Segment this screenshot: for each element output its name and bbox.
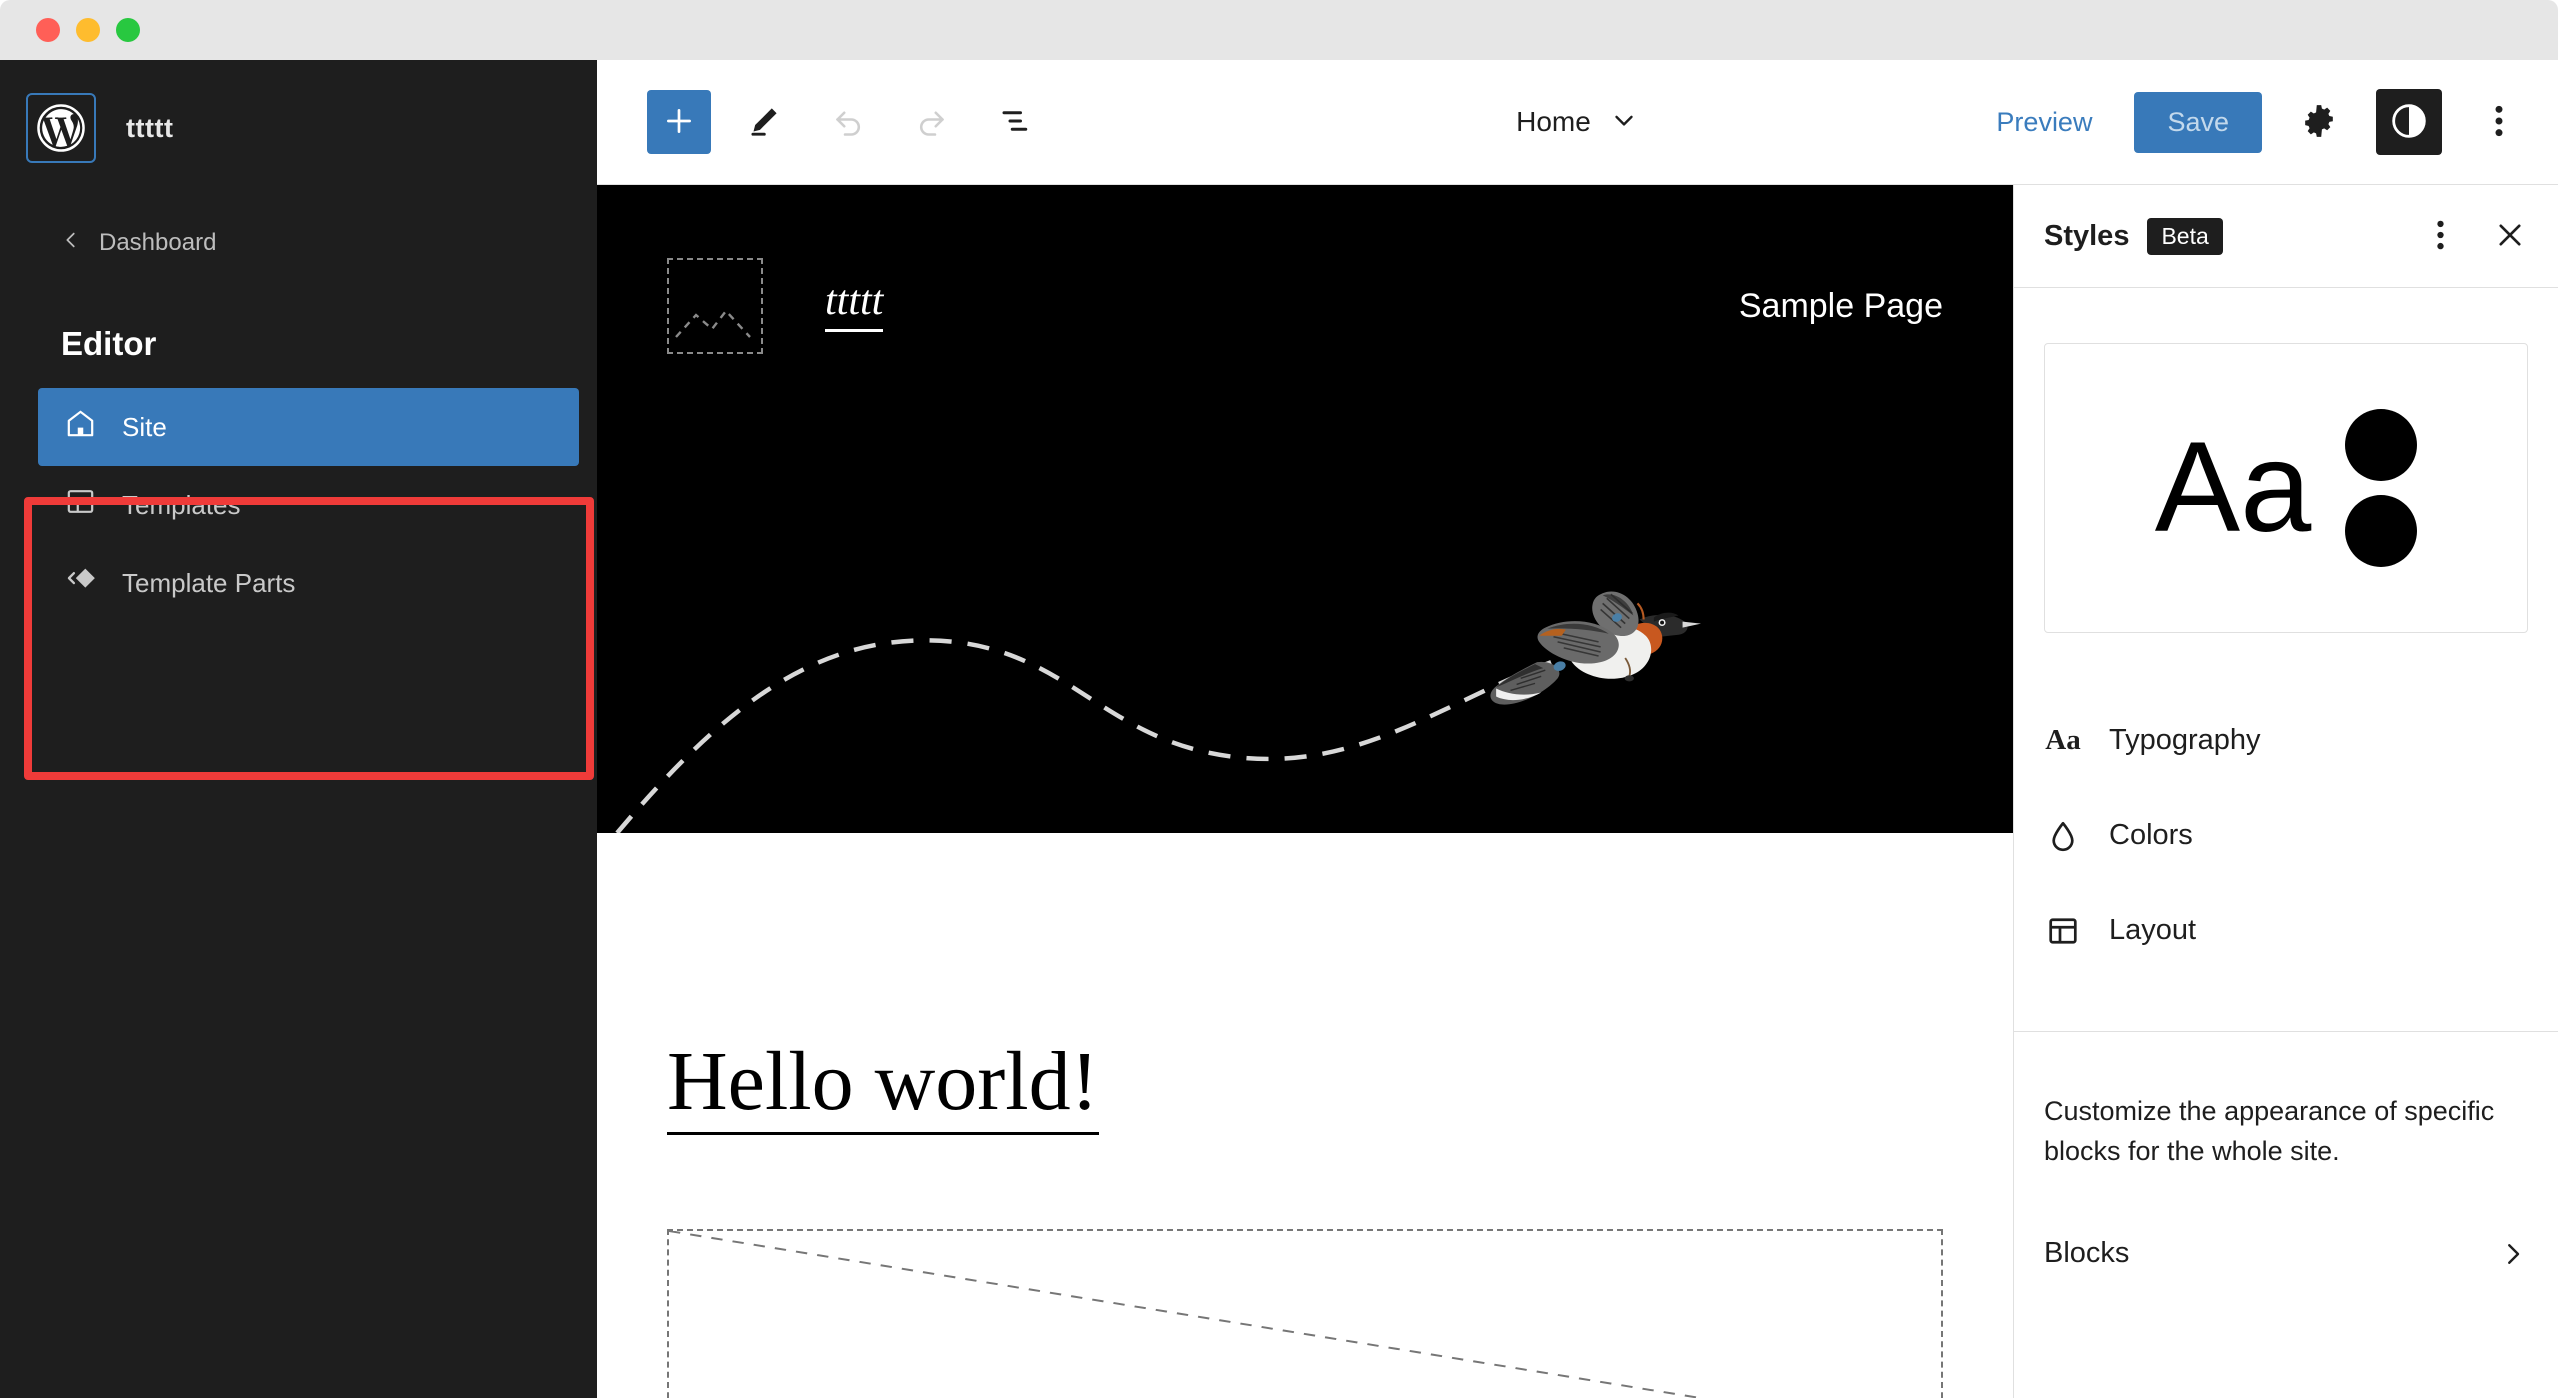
chevron-left-icon — [60, 229, 82, 258]
styles-menu-item-colors-label: Colors — [2109, 819, 2193, 851]
site-nav-link-sample-page[interactable]: Sample Page — [1739, 287, 1943, 326]
editor-options-button[interactable] — [2470, 93, 2528, 151]
toolbar-left-group — [647, 90, 1047, 154]
template-parts-icon — [64, 563, 97, 603]
close-window-button[interactable] — [36, 18, 60, 42]
app-shell: ttttt Dashboard Editor Site Templates Te… — [0, 60, 2558, 1398]
list-view-button[interactable] — [985, 91, 1047, 153]
blocks-description: Customize the appearance of specific blo… — [2044, 1096, 2495, 1166]
styles-panel: Styles Beta Aa Aa Typography Colors Layo… — [2013, 185, 2558, 1398]
document-title: Home — [1516, 106, 1591, 137]
window-titlebar — [0, 0, 2558, 60]
sidebar-section-heading: Editor — [61, 325, 157, 362]
edit-mode-button[interactable] — [733, 91, 795, 153]
editor-main: Home Preview Save ttttt Sample Page Hell… — [597, 60, 2558, 1398]
preview-button[interactable]: Preview — [1982, 97, 2106, 148]
undo-icon — [830, 103, 866, 142]
site-logo-placeholder[interactable] — [667, 258, 763, 354]
styles-toggle-button[interactable] — [2376, 89, 2442, 155]
sidebar-item-template-parts-label: Template Parts — [122, 567, 296, 598]
aa-typography-icon: Aa — [2045, 724, 2081, 756]
placeholder-diagonal — [669, 1231, 1706, 1398]
layout-columns-icon — [64, 485, 97, 525]
chevron-right-icon — [2498, 1239, 2528, 1269]
home-icon — [64, 407, 97, 447]
plus-icon — [662, 104, 696, 141]
beta-badge: Beta — [2147, 217, 2223, 255]
three-dots-vertical-icon — [2435, 216, 2446, 257]
style-preview-palette — [2345, 409, 2418, 567]
styles-menu-item-layout-label: Layout — [2109, 914, 2197, 946]
editor-content-row: ttttt Sample Page Hello world! Styles Be… — [597, 185, 2558, 1398]
redo-icon — [914, 103, 950, 142]
site-header-bar: ttttt Sample Page — [597, 185, 2013, 354]
droplet-icon — [2044, 818, 2082, 854]
panel-divider — [2014, 1031, 2558, 1032]
maximize-window-button[interactable] — [116, 18, 140, 42]
styles-menu-item-colors[interactable]: Colors — [2044, 788, 2528, 883]
redo-button[interactable] — [901, 91, 963, 153]
sidebar-back-label: Dashboard — [99, 229, 217, 256]
sidebar-item-site-label: Site — [122, 411, 167, 442]
styles-panel-close-button[interactable] — [2484, 210, 2536, 262]
styles-panel-body: Aa Aa Typography Colors Layout Customize… — [2014, 288, 2558, 1398]
layout-icon — [2044, 913, 2082, 949]
post-title[interactable]: Hello world! — [667, 1037, 1099, 1136]
flying-bird-illustration — [1490, 591, 1701, 705]
close-icon — [2493, 218, 2527, 255]
image-placeholder-icon — [672, 285, 758, 352]
site-preview-canvas[interactable]: ttttt Sample Page Hello world! — [597, 185, 2013, 1398]
post-content: Hello world! — [597, 833, 2013, 1398]
undo-button[interactable] — [817, 91, 879, 153]
sidebar-item-templates-label: Templates — [122, 489, 241, 520]
style-preview-card[interactable]: Aa — [2044, 343, 2528, 633]
sidebar-back-to-dashboard[interactable]: Dashboard — [0, 223, 597, 263]
add-block-button[interactable] — [647, 90, 711, 154]
post-image-placeholder[interactable] — [667, 1229, 1943, 1398]
list-view-icon — [998, 103, 1034, 142]
three-dots-vertical-icon — [2493, 101, 2505, 144]
site-title-block[interactable]: ttttt — [825, 280, 884, 332]
sidebar-item-template-parts[interactable]: Template Parts — [38, 544, 579, 622]
minimize-window-button[interactable] — [76, 18, 100, 42]
styles-menu-item-layout[interactable]: Layout — [2044, 883, 2528, 978]
chevron-down-icon — [1609, 105, 1639, 140]
site-header-block[interactable]: ttttt Sample Page — [597, 185, 2013, 833]
save-button[interactable]: Save — [2134, 91, 2262, 153]
blocks-label: Blocks — [2044, 1237, 2130, 1270]
styles-blocks-navigation-item[interactable]: Blocks — [2044, 1227, 2528, 1281]
sidebar-item-site[interactable]: Site — [38, 388, 579, 466]
styles-menu-item-typography-label: Typography — [2109, 724, 2261, 756]
styles-panel-title: Styles — [2044, 219, 2130, 252]
styles-menu-item-typography[interactable]: Aa Typography — [2044, 693, 2528, 788]
gear-icon — [2300, 102, 2338, 143]
styles-panel-header: Styles Beta — [2014, 185, 2558, 288]
sidebar-brand: ttttt — [0, 60, 597, 163]
palette-dot — [2345, 409, 2418, 481]
styles-menu: Aa Typography Colors Layout — [2044, 693, 2528, 978]
sidebar-item-templates[interactable]: Templates — [38, 466, 579, 544]
styles-more-menu-button[interactable] — [2414, 210, 2466, 262]
pencil-icon — [746, 103, 782, 142]
toolbar-right-group: Preview Save — [1982, 89, 2528, 155]
palette-dot — [2345, 495, 2418, 567]
site-header-artwork — [597, 545, 2013, 833]
editor-sidebar: ttttt Dashboard Editor Site Templates Te… — [0, 60, 597, 1398]
editor-toolbar: Home Preview Save — [597, 60, 2558, 185]
contrast-styles-icon — [2389, 101, 2429, 144]
sidebar-site-title: ttttt — [126, 112, 174, 143]
settings-button[interactable] — [2290, 93, 2348, 151]
style-preview-sample-text: Aa — [2154, 416, 2312, 559]
wordpress-logo-icon[interactable] — [26, 93, 96, 163]
sidebar-nav: Site Templates Template Parts — [0, 388, 597, 622]
